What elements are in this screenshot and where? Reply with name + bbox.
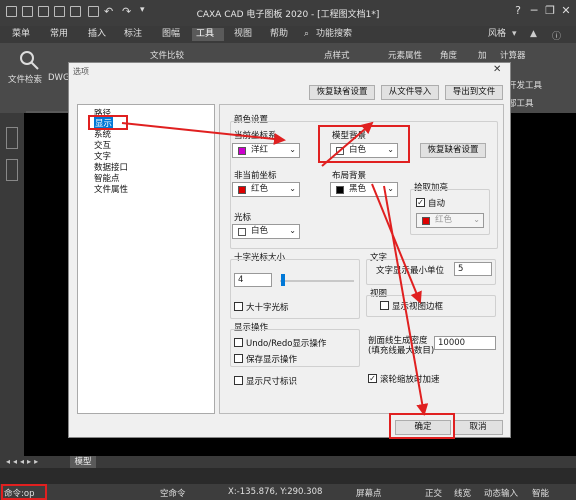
arrow-to-model-bg	[321, 121, 374, 167]
annotation-arrows	[121, 121, 429, 416]
arrow-to-coord-color	[121, 122, 286, 145]
arrow-to-view-border	[371, 183, 422, 304]
arrow-to-ok-button	[383, 185, 429, 416]
